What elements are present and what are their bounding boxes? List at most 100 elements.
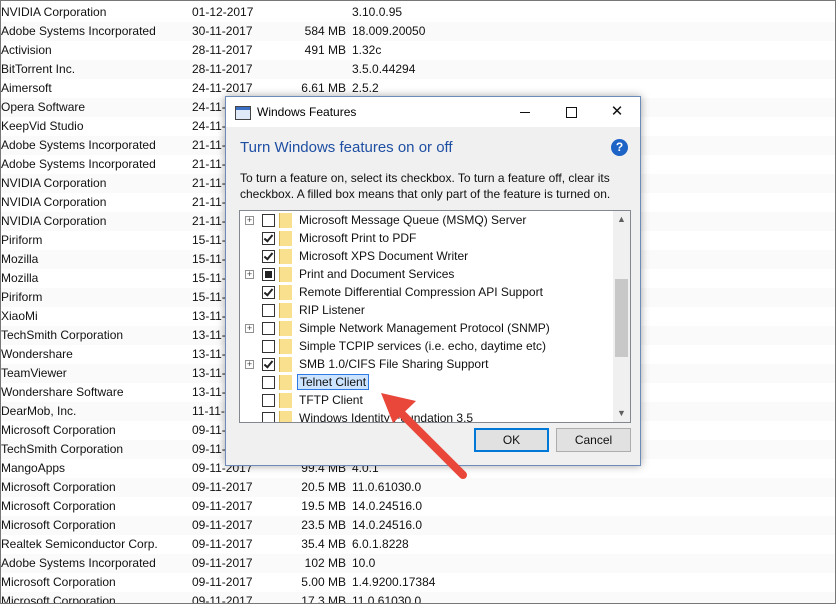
feature-checkbox[interactable]	[262, 394, 275, 407]
program-publisher: Adobe Systems Incorporated	[1, 138, 156, 152]
feature-label[interactable]: Telnet Client	[297, 374, 370, 390]
feature-item[interactable]: + Print and Document Services	[240, 266, 612, 284]
feature-item[interactable]: TFTP Client	[240, 392, 612, 410]
feature-item[interactable]: + Microsoft Message Queue (MSMQ) Server	[240, 212, 612, 230]
feature-checkbox[interactable]	[262, 376, 275, 389]
feature-label[interactable]: RIP Listener	[297, 303, 367, 317]
program-publisher: Aimersoft	[1, 81, 52, 95]
program-publisher: NVIDIA Corporation	[1, 195, 107, 209]
help-icon[interactable]: ?	[611, 139, 628, 156]
minimize-button[interactable]	[502, 97, 548, 127]
expand-icon[interactable]: +	[245, 270, 254, 279]
feature-label[interactable]: Microsoft Print to PDF	[297, 231, 418, 245]
folder-icon	[279, 267, 292, 282]
feature-checkbox[interactable]	[262, 358, 275, 371]
feature-item[interactable]: Windows Identity Foundation 3.5	[240, 410, 612, 422]
close-button[interactable]: ✕	[594, 97, 640, 127]
feature-checkbox[interactable]	[262, 304, 275, 317]
program-version: 14.0.24516.0	[352, 518, 423, 532]
feature-label[interactable]: Simple TCPIP services (i.e. echo, daytim…	[297, 339, 548, 353]
expand-icon[interactable]: +	[245, 324, 254, 333]
program-install-date: 15-11-	[192, 290, 226, 304]
expand-icon[interactable]: +	[245, 216, 254, 225]
program-row[interactable]: NVIDIA Corporation 01-12-2017 3.10.0.95	[1, 3, 835, 22]
program-install-date: 09-11-	[192, 423, 226, 437]
scroll-up-icon[interactable]: ▲	[613, 211, 630, 228]
feature-item[interactable]: Remote Differential Compression API Supp…	[240, 284, 612, 302]
program-row[interactable]: Activision 28-11-2017 491 MB 1.32c	[1, 41, 835, 60]
feature-label[interactable]: SMB 1.0/CIFS File Sharing Support	[297, 357, 490, 371]
feature-checkbox[interactable]	[262, 286, 275, 299]
program-install-date: 15-11-	[192, 233, 226, 247]
feature-label[interactable]: Remote Differential Compression API Supp…	[297, 285, 545, 299]
program-row[interactable]: Adobe Systems Incorporated 30-11-2017 584 …	[1, 22, 835, 41]
feature-item[interactable]: Simple TCPIP services (i.e. echo, daytim…	[240, 338, 612, 356]
program-version: 11.0.61030.0	[352, 480, 422, 494]
program-publisher: Microsoft Corporation	[1, 575, 116, 589]
feature-item[interactable]: Microsoft XPS Document Writer	[240, 248, 612, 266]
feature-checkbox[interactable]	[262, 232, 275, 245]
program-version: 3.5.0.44294	[352, 62, 416, 76]
program-row[interactable]: Microsoft Corporation 09-11-2017 5.00 MB 1.…	[1, 573, 835, 592]
program-publisher: TeamViewer	[1, 366, 67, 380]
program-version: 10.0	[352, 556, 376, 570]
feature-item[interactable]: Microsoft Print to PDF	[240, 230, 612, 248]
program-install-date: 21-11-	[192, 176, 226, 190]
program-row[interactable]: Microsoft Corporation 09-11-2017 17.3 MB 11…	[1, 592, 835, 604]
dialog-heading: Turn Windows features on or off	[240, 139, 453, 156]
ok-button[interactable]: OK	[474, 428, 549, 452]
program-publisher: NVIDIA Corporation	[1, 5, 107, 19]
feature-checkbox[interactable]	[262, 412, 275, 422]
title-bar[interactable]: Windows Features ✕	[226, 97, 640, 127]
program-install-date: 28-11-2017	[192, 62, 253, 76]
feature-checkbox[interactable]	[262, 340, 275, 353]
program-publisher: Wondershare	[1, 347, 73, 361]
program-row[interactable]: Microsoft Corporation 09-11-2017 19.5 MB 14…	[1, 497, 835, 516]
scroll-down-icon[interactable]: ▼	[613, 405, 630, 422]
program-version: 1.32c	[352, 43, 382, 57]
program-install-date: 01-12-2017	[192, 5, 254, 19]
maximize-icon	[566, 107, 577, 118]
feature-checkbox[interactable]	[262, 250, 275, 263]
feature-checkbox[interactable]	[262, 322, 275, 335]
program-row[interactable]: Realtek Semiconductor Corp. 09-11-2017 35.…	[1, 535, 835, 554]
program-install-date: 09-11-2017	[192, 594, 253, 604]
feature-item[interactable]: + SMB 1.0/CIFS File Sharing Support	[240, 356, 612, 374]
program-publisher: NVIDIA Corporation	[1, 214, 107, 228]
feature-label[interactable]: Microsoft XPS Document Writer	[297, 249, 470, 263]
feature-checkbox[interactable]	[262, 214, 275, 227]
program-version: 18.009.20050	[352, 24, 426, 38]
program-row[interactable]: Microsoft Corporation 09-11-2017 20.5 MB 11…	[1, 478, 835, 497]
program-publisher: Adobe Systems Incorporated	[1, 556, 156, 570]
feature-checkbox[interactable]	[262, 268, 275, 281]
features-tree: + Microsoft Message Queue (MSMQ) Server Mi…	[239, 210, 631, 423]
program-publisher: Realtek Semiconductor Corp.	[1, 537, 158, 551]
feature-label[interactable]: Microsoft Message Queue (MSMQ) Server	[297, 213, 528, 227]
close-icon: ✕	[610, 103, 624, 120]
program-row[interactable]: Microsoft Corporation 09-11-2017 23.5 MB 14…	[1, 516, 835, 535]
program-size: 17.3 MB	[301, 594, 346, 604]
program-size: 491 MB	[304, 43, 346, 57]
program-publisher: Microsoft Corporation	[1, 480, 116, 494]
program-publisher: TechSmith Corporation	[1, 442, 124, 456]
feature-item[interactable]: RIP Listener	[240, 302, 612, 320]
program-install-date: 24-11-	[192, 100, 226, 114]
program-publisher: Adobe Systems Incorporated	[1, 24, 156, 38]
features-scrollbar[interactable]: ▲ ▼	[613, 211, 630, 422]
program-row[interactable]: BitTorrent Inc. 28-11-2017 3.5.0.44294	[1, 60, 835, 79]
feature-item[interactable]: + Simple Network Management Protocol (SNM…	[240, 320, 612, 338]
feature-label[interactable]: Print and Document Services	[297, 267, 456, 281]
feature-label[interactable]: Simple Network Management Protocol (SNMP…	[297, 321, 552, 335]
maximize-button[interactable]	[548, 97, 594, 127]
cancel-button[interactable]: Cancel	[556, 428, 631, 452]
program-install-date: 24-11-2017	[192, 81, 253, 95]
feature-label[interactable]: Windows Identity Foundation 3.5	[297, 411, 475, 422]
program-install-date: 21-11-	[192, 195, 226, 209]
program-install-date: 11-11-	[192, 404, 225, 418]
program-row[interactable]: Adobe Systems Incorporated 09-11-2017 102 …	[1, 554, 835, 573]
feature-item[interactable]: Telnet Client	[240, 374, 612, 392]
program-install-date: 13-11-	[192, 309, 226, 323]
expand-icon[interactable]: +	[245, 360, 254, 369]
scroll-thumb[interactable]	[615, 279, 628, 357]
feature-label[interactable]: TFTP Client	[297, 393, 365, 407]
